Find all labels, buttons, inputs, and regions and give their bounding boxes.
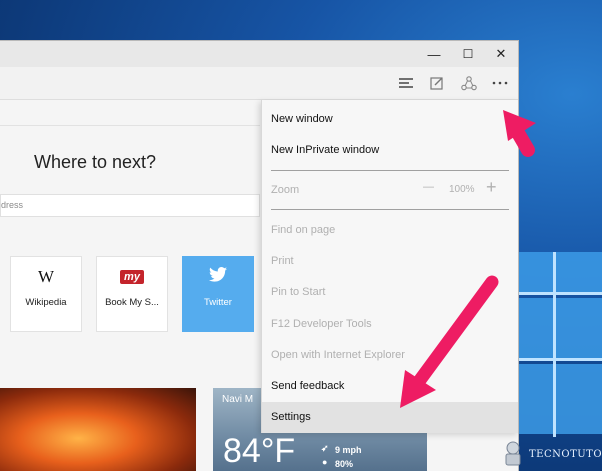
watermark: TECNOTUTO (499, 436, 602, 471)
annotation-arrows (400, 110, 536, 408)
arrow-to-settings (400, 275, 499, 408)
arrow-to-more-icon (503, 110, 536, 157)
watermark-text: TECNOTUTO (529, 449, 602, 460)
watermark-logo-icon (505, 441, 521, 466)
